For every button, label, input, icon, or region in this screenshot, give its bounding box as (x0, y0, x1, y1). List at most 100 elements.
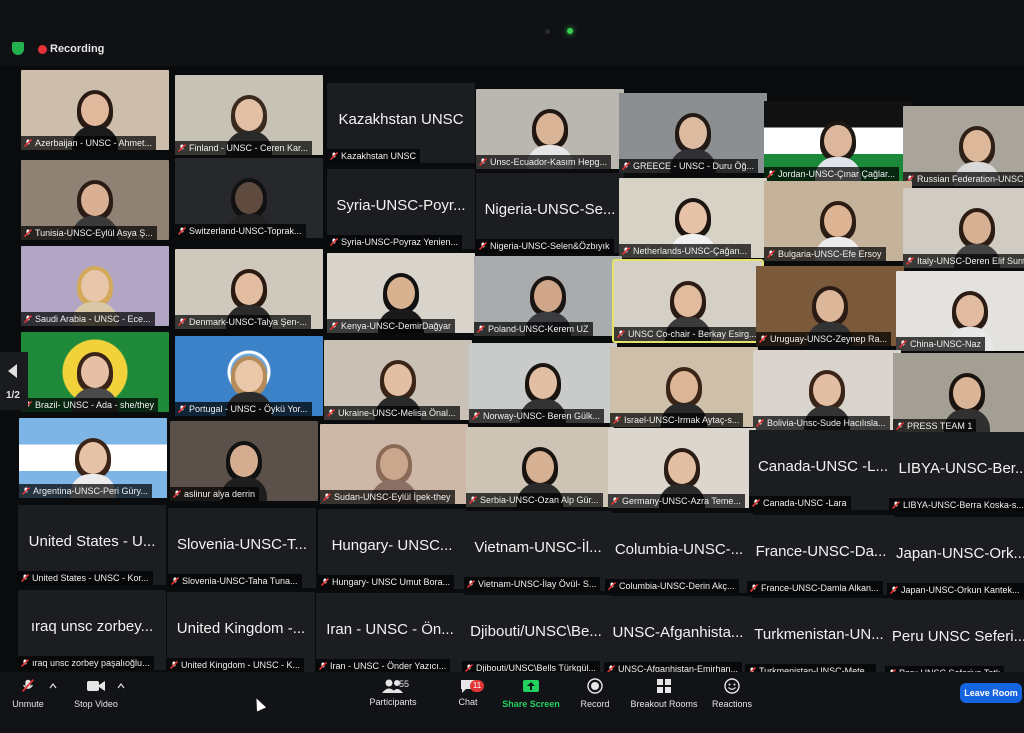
muted-mic-icon (178, 318, 186, 326)
participant-video-tile[interactable]: Russian Federation-UNSC-... (903, 106, 1024, 186)
participant-name-tile[interactable]: UNSC-Afganhista... UNSC-Afganhistan-Emirh… (604, 596, 752, 676)
participant-display-name: LIBYA-UNSC-Ber... (898, 460, 1024, 477)
participant-name-tile[interactable]: Peru UNSC Seferi...Peru UNSC Seferiye Ta… (885, 600, 1024, 680)
participant-name-tile[interactable]: Nigeria-UNSC-Se... Nigeria-UNSC-Selen&Özb… (476, 173, 624, 253)
participant-video-tile[interactable]: Bulgaria-UNSC-Efe Ersoy (764, 181, 912, 261)
participant-name-label: Russian Federation-UNSC-... (903, 172, 1024, 186)
participant-name-tile[interactable]: Djibouti/UNSC\Be... Djibouti/UNSC\Bells T… (462, 595, 610, 675)
muted-mic-icon (756, 419, 764, 427)
participant-video-tile[interactable]: Netherlands-UNSC-Çağan... (619, 178, 767, 258)
participant-name-tile[interactable]: Kazakhstan UNSC Kazakhstan UNSC (327, 83, 475, 163)
participant-video-tile[interactable]: Switzerland-UNSC-Toprak... (175, 158, 323, 238)
participant-video-tile[interactable]: Bolivia-Unsc-Sude Hacılısla... (753, 350, 901, 430)
participant-name-tile[interactable]: United Kingdom -... United Kingdom - UNSC… (167, 592, 315, 672)
participant-display-name: Kazakhstan UNSC (338, 111, 464, 128)
muted-mic-icon (21, 574, 29, 582)
participant-name-label: aslinur alya derrin (170, 487, 260, 501)
participant-video-tile[interactable]: Finland - UNSC - Ceren Kar... (175, 75, 323, 155)
participant-name-label: Azerbaijan - UNSC - Ahmet... (21, 136, 157, 150)
muted-mic-icon (759, 335, 767, 343)
chat-button[interactable]: 11 Chat (452, 672, 484, 722)
meeting-top-bar: Recording (0, 0, 1024, 66)
video-options-caret[interactable] (116, 672, 126, 722)
participant-video-tile[interactable]: GREECE - UNSC - Duru Öğ... (619, 93, 767, 173)
muted-mic-icon (472, 412, 480, 420)
participant-video-tile[interactable]: Israel-UNSC-Irmak Aytaç-s... (610, 347, 758, 427)
muted-mic-icon (327, 409, 335, 417)
participant-name-label: Canada-UNSC -Lara (749, 496, 851, 510)
participant-video-tile[interactable]: China-UNSC-Naz (896, 271, 1024, 351)
muted-mic-icon (477, 325, 485, 333)
participants-button[interactable]: 55 Participants (364, 672, 422, 722)
participant-name-label: Israel-UNSC-Irmak Aytaç-s... (610, 413, 744, 427)
participant-video-tile[interactable]: Poland-UNSC-Kerem UZ (474, 256, 622, 336)
participant-display-name: Peru UNSC Seferi... (891, 628, 1024, 645)
recording-label[interactable]: Recording (50, 43, 104, 55)
participant-video-tile[interactable]: Saudi Arabia - UNSC - Ece... (21, 246, 169, 326)
participant-video-tile[interactable]: PRESS TEAM 1 (893, 353, 1024, 433)
chevron-up-icon (117, 683, 125, 689)
participant-name-label: Japan-UNSC-Orkun Kantek... (887, 583, 1024, 597)
gallery-page-nav[interactable]: 1/2 (0, 352, 28, 410)
participant-name-tile[interactable]: France-UNSC-Da... France-UNSC-Damla Alkan… (747, 515, 895, 595)
breakout-rooms-grid-icon (657, 679, 671, 693)
participant-name-tile[interactable]: Japan-UNSC-Ork... Japan-UNSC-Orkun Kantek… (887, 517, 1024, 597)
participant-name-label: Uruguay-UNSC-Zeynep Ra... (756, 332, 892, 346)
participant-name-label: Ukraine-UNSC-Melisa Önal... (324, 406, 460, 420)
participant-name-tile[interactable]: United States - U... United States - UNSC… (18, 505, 166, 585)
muted-mic-icon (890, 586, 898, 594)
participant-display-name: Syria-UNSC-Poyr... (336, 197, 466, 214)
participant-video-tile[interactable]: Argentina-UNSC-Peri Güry... (19, 418, 167, 498)
participant-name-tile[interactable]: Hungary- UNSC... Hungary- UNSC Umut Bora.… (318, 509, 466, 589)
participant-video-tile[interactable]: Germany-UNSC-Azra Teme... (608, 428, 756, 508)
participant-video-tile[interactable]: Brazil- UNSC - Ada - she/they (21, 332, 169, 412)
participant-name-tile[interactable]: ıraq unsc zorbey... ıraq unsc zorbey paşa… (18, 590, 166, 670)
participant-display-name: Slovenia-UNSC-T... (176, 536, 308, 553)
reactions-smiley-icon (724, 678, 740, 694)
participant-video-tile[interactable]: Serbia-UNSC-Ozan Alp Gür... (466, 427, 614, 507)
muted-mic-icon (21, 659, 29, 667)
participant-video-tile[interactable]: Kenya-UNSC-DemirDağyar (327, 253, 475, 333)
participant-video-tile[interactable]: Uruguay-UNSC-Zeynep Ra... (756, 266, 904, 346)
participant-display-name: Vietnam-UNSC-İl... (474, 539, 602, 556)
muted-mic-icon (479, 242, 487, 250)
encryption-shield-icon[interactable] (12, 42, 24, 55)
participant-video-tile[interactable]: Norway-UNSC- Beren Gülk... (469, 343, 617, 423)
participant-video-tile[interactable]: Jordan-UNSC-Çınar Çağlar... (764, 101, 912, 181)
chevron-up-icon (49, 683, 57, 689)
share-screen-button[interactable]: Share Screen (500, 672, 562, 722)
participant-video-tile[interactable]: Italy-UNSC-Deren Elif Sunt... (903, 188, 1024, 268)
unmute-button[interactable]: Unmute (6, 672, 50, 722)
participant-video-tile[interactable]: Denmark-UNSC-Talya Şen-... (175, 249, 323, 329)
participant-video-tile[interactable]: aslinur alya derrin (170, 421, 318, 501)
reactions-button[interactable]: Reactions (708, 672, 756, 722)
participant-name-label: Bolivia-Unsc-Sude Hacılısla... (753, 416, 890, 430)
participant-name-tile[interactable]: Slovenia-UNSC-T... Slovenia-UNSC-Taha Tun… (168, 508, 316, 588)
participant-video-tile[interactable]: Unsc-Ecuador-Kasım Hepg... (476, 89, 624, 169)
participant-video-tile[interactable]: Ukraine-UNSC-Melisa Önal... (324, 340, 472, 420)
muted-mic-icon (178, 405, 186, 413)
breakout-rooms-button[interactable]: Breakout Rooms (628, 672, 700, 722)
participant-video-tile[interactable]: Tunisia-UNSC-Eylül Asya Ş... (21, 160, 169, 240)
participant-video-tile[interactable]: Azerbaijan - UNSC - Ahmet... (21, 70, 169, 150)
participant-name-tile[interactable]: Iran - UNSC - Ön... Iran - UNSC - Önder Y… (316, 593, 464, 673)
muted-mic-icon (178, 227, 186, 235)
stop-video-button[interactable]: Stop Video (70, 672, 122, 722)
unmute-label: Unmute (12, 699, 44, 709)
participant-name-tile[interactable]: Turkmenistan-UN... Turkmenistan-UNSC-Mete… (745, 598, 893, 678)
participant-name-label: France-UNSC-Damla Alkan... (747, 581, 883, 595)
record-button[interactable]: Record (576, 672, 614, 722)
participant-video-tile[interactable]: Portugal - UNSC - Öykü Yor... (175, 336, 323, 416)
previous-page-arrow-icon[interactable] (8, 364, 17, 378)
participant-name-tile[interactable]: Canada-UNSC -L... Canada-UNSC -Lara (749, 430, 897, 510)
participant-name-tile[interactable]: Syria-UNSC-Poyr... Syria-UNSC-Poyraz Yeni… (327, 169, 475, 249)
participant-name-tile[interactable]: Columbia-UNSC-... Columbia-UNSC-Derin Akç… (605, 513, 753, 593)
participant-video-tile[interactable]: UNSC Co-chair - Berkay Esirg... (612, 259, 764, 343)
participant-name-tile[interactable]: LIBYA-UNSC-Ber... LIBYA-UNSC-Berra Koska-… (889, 432, 1024, 512)
muted-mic-icon (323, 493, 331, 501)
leave-room-button[interactable]: Leave Room (960, 683, 1022, 703)
participant-name-label: Portugal - UNSC - Öykü Yor... (175, 402, 312, 416)
participant-video-tile[interactable]: Sudan-UNSC-Eylül İpek-they (320, 424, 468, 504)
audio-options-caret[interactable] (48, 672, 58, 722)
participant-name-tile[interactable]: Vietnam-UNSC-İl... Vietnam-UNSC-İlay Övül… (464, 511, 612, 591)
